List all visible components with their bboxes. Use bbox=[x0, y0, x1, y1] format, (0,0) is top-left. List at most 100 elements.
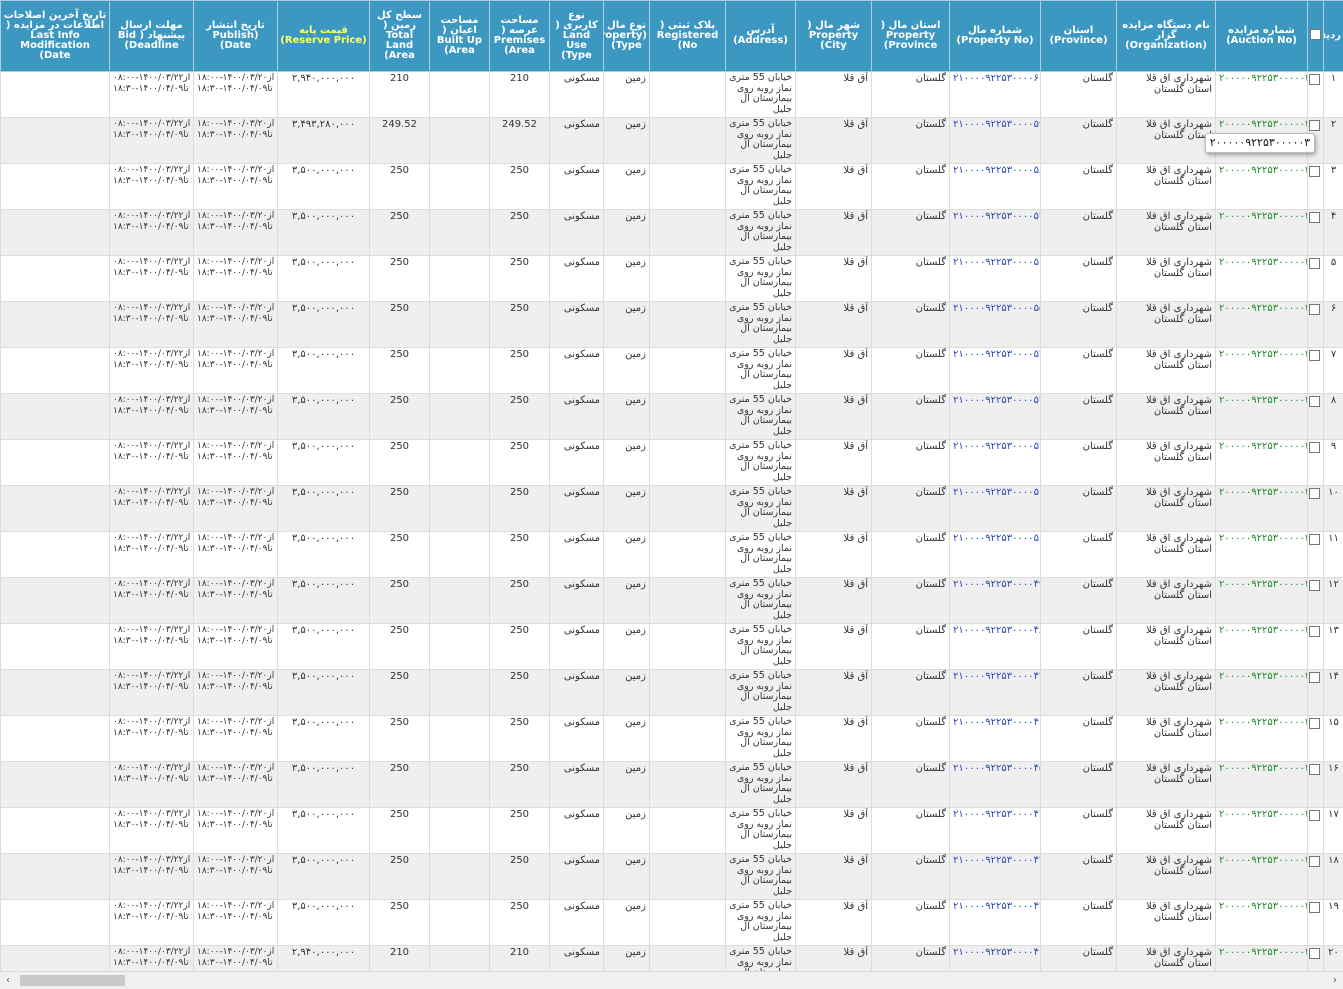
cell-auction-no[interactable]: ۲۰۰۰۰۰۹۲۲۵۳۰۰۰۰۰۳ bbox=[1216, 486, 1308, 532]
cell-property-no[interactable]: ۲۱۰۰۰۰۹۲۲۵۳۰۰۰۰۴۲ bbox=[950, 900, 1041, 946]
cell-property-no[interactable]: ۲۱۰۰۰۰۹۲۲۵۳۰۰۰۰۵۱ bbox=[950, 486, 1041, 532]
cell-auction-no[interactable]: ۲۰۰۰۰۰۹۲۲۵۳۰۰۰۰۰۳ bbox=[1216, 578, 1308, 624]
arrow-left-icon[interactable]: ‹ bbox=[0, 972, 16, 989]
cell-auction-no[interactable]: ۲۰۰۰۰۰۹۲۲۵۳۰۰۰۰۰۳ bbox=[1216, 716, 1308, 762]
row-checkbox[interactable] bbox=[1309, 764, 1320, 775]
table-row[interactable]: ۳۲۰۰۰۰۰۹۲۲۵۳۰۰۰۰۰۳شهرداری اق قلا استان گ… bbox=[1, 164, 1343, 210]
row-checkbox[interactable] bbox=[1309, 212, 1320, 223]
col-header-property-province[interactable]: استان مال ( Property Province) bbox=[872, 1, 950, 72]
row-checkbox[interactable] bbox=[1309, 718, 1320, 729]
cell-property-no[interactable]: ۲۱۰۰۰۰۹۲۲۵۳۰۰۰۰۵۶ bbox=[950, 256, 1041, 302]
table-row[interactable]: ۱۹۲۰۰۰۰۰۹۲۲۵۳۰۰۰۰۰۳شهرداری اق قلا استان … bbox=[1, 900, 1343, 946]
horizontal-scrollbar[interactable]: ‹ › bbox=[0, 971, 1343, 989]
row-checkbox[interactable] bbox=[1309, 626, 1320, 637]
cell-row-select[interactable] bbox=[1308, 486, 1324, 532]
table-row[interactable]: ۱۱۲۰۰۰۰۰۹۲۲۵۳۰۰۰۰۰۳شهرداری اق قلا استان … bbox=[1, 532, 1343, 578]
cell-auction-no[interactable]: ۲۰۰۰۰۰۹۲۲۵۳۰۰۰۰۰۳ bbox=[1216, 302, 1308, 348]
cell-property-no[interactable]: ۲۱۰۰۰۰۹۲۲۵۳۰۰۰۰۴۸ bbox=[950, 624, 1041, 670]
col-header-total-area[interactable]: سطح کل زمین ( Total Land Area) bbox=[370, 1, 430, 72]
cell-property-no[interactable]: ۲۱۰۰۰۰۹۲۲۵۳۰۰۰۰۴۵ bbox=[950, 762, 1041, 808]
cell-row-select[interactable] bbox=[1308, 164, 1324, 210]
cell-auction-no[interactable]: ۲۰۰۰۰۰۹۲۲۵۳۰۰۰۰۰۳ bbox=[1216, 532, 1308, 578]
cell-property-no[interactable]: ۲۱۰۰۰۰۹۲۲۵۳۰۰۰۰۴۶ bbox=[950, 716, 1041, 762]
cell-auction-no[interactable]: ۲۰۰۰۰۰۹۲۲۵۳۰۰۰۰۰۳ bbox=[1216, 624, 1308, 670]
cell-row-select[interactable] bbox=[1308, 762, 1324, 808]
cell-row-select[interactable] bbox=[1308, 946, 1324, 972]
col-header-last-modification[interactable]: تاریخ آخرین اصلاحات اطلاعات در مزایده ( … bbox=[1, 1, 110, 72]
row-checkbox[interactable] bbox=[1309, 396, 1320, 407]
row-checkbox[interactable] bbox=[1309, 810, 1320, 821]
table-row[interactable]: ۱۵۲۰۰۰۰۰۹۲۲۵۳۰۰۰۰۰۳شهرداری اق قلا استان … bbox=[1, 716, 1343, 762]
row-checkbox[interactable] bbox=[1309, 856, 1320, 867]
cell-row-select[interactable] bbox=[1308, 210, 1324, 256]
cell-row-select[interactable] bbox=[1308, 670, 1324, 716]
table-row[interactable]: ۱۲۰۰۰۰۰۹۲۲۵۳۰۰۰۰۰۳شهرداری اق قلا استان گ… bbox=[1, 72, 1343, 118]
cell-auction-no[interactable]: ۲۰۰۰۰۰۹۲۲۵۳۰۰۰۰۰۳ bbox=[1216, 946, 1308, 972]
row-checkbox[interactable] bbox=[1309, 672, 1320, 683]
row-checkbox[interactable] bbox=[1309, 350, 1320, 361]
cell-row-select[interactable] bbox=[1308, 302, 1324, 348]
col-header-property-city[interactable]: شهر مال ( Property City) bbox=[796, 1, 872, 72]
cell-row-select[interactable] bbox=[1308, 624, 1324, 670]
cell-auction-no[interactable]: ۲۰۰۰۰۰۹۲۲۵۳۰۰۰۰۰۳ bbox=[1216, 394, 1308, 440]
cell-auction-no[interactable]: ۲۰۰۰۰۰۹۲۲۵۳۰۰۰۰۰۳ bbox=[1216, 72, 1308, 118]
col-header-select[interactable] bbox=[1308, 1, 1324, 72]
col-header-registered-no[interactable]: پلاک ثبتی ( Registered No) bbox=[650, 1, 726, 72]
table-row[interactable]: ۲۰۲۰۰۰۰۰۹۲۲۵۳۰۰۰۰۰۳شهرداری اق قلا استان … bbox=[1, 946, 1343, 972]
table-row[interactable]: ۷۲۰۰۰۰۰۹۲۲۵۳۰۰۰۰۰۳شهرداری اق قلا استان گ… bbox=[1, 348, 1343, 394]
table-row[interactable]: ۱۷۲۰۰۰۰۰۹۲۲۵۳۰۰۰۰۰۳شهرداری اق قلا استان … bbox=[1, 808, 1343, 854]
col-header-property-type[interactable]: نوع مال (Property Type) bbox=[604, 1, 650, 72]
table-row[interactable]: ۲۲۰۰۰۰۰۹۲۲۵۳۰۰۰۰۰۳شهرداری اق قلا استان گ… bbox=[1, 118, 1343, 164]
col-header-auction-no[interactable]: شماره مزایده (Auction No) bbox=[1216, 1, 1308, 72]
cell-property-no[interactable]: ۲۱۰۰۰۰۹۲۲۵۳۰۰۰۰۵۴ bbox=[950, 348, 1041, 394]
cell-row-select[interactable] bbox=[1308, 532, 1324, 578]
cell-auction-no[interactable]: ۲۰۰۰۰۰۹۲۲۵۳۰۰۰۰۰۳ bbox=[1216, 256, 1308, 302]
cell-auction-no[interactable]: ۲۰۰۰۰۰۹۲۲۵۳۰۰۰۰۰۳ bbox=[1216, 440, 1308, 486]
cell-property-no[interactable]: ۲۱۰۰۰۰۹۲۲۵۳۰۰۰۰۵۹ bbox=[950, 118, 1041, 164]
cell-auction-no[interactable]: ۲۰۰۰۰۰۹۲۲۵۳۰۰۰۰۰۳ bbox=[1216, 164, 1308, 210]
cell-auction-no[interactable]: ۲۰۰۰۰۰۹۲۲۵۳۰۰۰۰۰۳ bbox=[1216, 670, 1308, 716]
table-row[interactable]: ۶۲۰۰۰۰۰۹۲۲۵۳۰۰۰۰۰۳شهرداری اق قلا استان گ… bbox=[1, 302, 1343, 348]
cell-auction-no[interactable]: ۲۰۰۰۰۰۹۲۲۵۳۰۰۰۰۰۳ bbox=[1216, 900, 1308, 946]
cell-property-no[interactable]: ۲۱۰۰۰۰۹۲۲۵۳۰۰۰۰۴۴ bbox=[950, 808, 1041, 854]
col-header-reserve-price[interactable]: قیمت پایه (Reserve Price) bbox=[278, 1, 370, 72]
cell-property-no[interactable]: ۲۱۰۰۰۰۹۲۲۵۳۰۰۰۰۵۸ bbox=[950, 164, 1041, 210]
cell-property-no[interactable]: ۲۱۰۰۰۰۹۲۲۵۳۰۰۰۰۵۷ bbox=[950, 210, 1041, 256]
select-all-checkbox[interactable] bbox=[1310, 29, 1321, 40]
cell-row-select[interactable] bbox=[1308, 348, 1324, 394]
table-row[interactable]: ۱۴۲۰۰۰۰۰۹۲۲۵۳۰۰۰۰۰۳شهرداری اق قلا استان … bbox=[1, 670, 1343, 716]
scrollbar-thumb[interactable] bbox=[20, 975, 125, 986]
row-checkbox[interactable] bbox=[1309, 74, 1320, 85]
cell-property-no[interactable]: ۲۱۰۰۰۰۹۲۲۵۳۰۰۰۰۴۳ bbox=[950, 854, 1041, 900]
cell-auction-no[interactable]: ۲۰۰۰۰۰۹۲۲۵۳۰۰۰۰۰۳ bbox=[1216, 854, 1308, 900]
cell-property-no[interactable]: ۲۱۰۰۰۰۹۲۲۵۳۰۰۰۰۵۵ bbox=[950, 302, 1041, 348]
row-checkbox[interactable] bbox=[1309, 166, 1320, 177]
cell-property-no[interactable]: ۲۱۰۰۰۰۹۲۲۵۳۰۰۰۰۴۷ bbox=[950, 670, 1041, 716]
cell-row-select[interactable] bbox=[1308, 716, 1324, 762]
cell-property-no[interactable]: ۲۱۰۰۰۰۹۲۲۵۳۰۰۰۰۴۱ bbox=[950, 946, 1041, 972]
col-header-bid-deadline[interactable]: مهلت ارسال پیشنهاد ( Bid Deadline) bbox=[110, 1, 194, 72]
col-header-organization[interactable]: نام دستگاه مزایده گزار (Organization) bbox=[1117, 1, 1216, 72]
row-checkbox[interactable] bbox=[1309, 442, 1320, 453]
row-checkbox[interactable] bbox=[1309, 580, 1320, 591]
cell-row-select[interactable] bbox=[1308, 578, 1324, 624]
table-row[interactable]: ۱۸۲۰۰۰۰۰۹۲۲۵۳۰۰۰۰۰۳شهرداری اق قلا استان … bbox=[1, 854, 1343, 900]
cell-property-no[interactable]: ۲۱۰۰۰۰۹۲۲۵۳۰۰۰۰۴۹ bbox=[950, 578, 1041, 624]
cell-row-select[interactable] bbox=[1308, 854, 1324, 900]
table-row[interactable]: ۱۰۲۰۰۰۰۰۹۲۲۵۳۰۰۰۰۰۳شهرداری اق قلا استان … bbox=[1, 486, 1343, 532]
col-header-land-use[interactable]: نوع کاربری ( Land Use Type) bbox=[550, 1, 604, 72]
col-header-built-area[interactable]: مساحت اعیان ( Built Up Area) bbox=[430, 1, 490, 72]
col-header-rownum[interactable]: ردیف bbox=[1324, 1, 1343, 72]
cell-auction-no[interactable]: ۲۰۰۰۰۰۹۲۲۵۳۰۰۰۰۰۳ bbox=[1216, 808, 1308, 854]
cell-property-no[interactable]: ۲۱۰۰۰۰۹۲۲۵۳۰۰۰۰۵۰ bbox=[950, 532, 1041, 578]
row-checkbox[interactable] bbox=[1309, 258, 1320, 269]
cell-auction-no[interactable]: ۲۰۰۰۰۰۹۲۲۵۳۰۰۰۰۰۳ bbox=[1216, 348, 1308, 394]
table-row[interactable]: ۱۶۲۰۰۰۰۰۹۲۲۵۳۰۰۰۰۰۳شهرداری اق قلا استان … bbox=[1, 762, 1343, 808]
table-row[interactable]: ۹۲۰۰۰۰۰۹۲۲۵۳۰۰۰۰۰۳شهرداری اق قلا استان گ… bbox=[1, 440, 1343, 486]
table-row[interactable]: ۱۲۲۰۰۰۰۰۹۲۲۵۳۰۰۰۰۰۳شهرداری اق قلا استان … bbox=[1, 578, 1343, 624]
row-checkbox[interactable] bbox=[1309, 488, 1320, 499]
table-row[interactable]: ۱۳۲۰۰۰۰۰۹۲۲۵۳۰۰۰۰۰۳شهرداری اق قلا استان … bbox=[1, 624, 1343, 670]
arrow-right-icon[interactable]: › bbox=[1327, 972, 1343, 989]
col-header-publish-date[interactable]: تاریخ انتشار (Publish Date) bbox=[194, 1, 278, 72]
cell-row-select[interactable] bbox=[1308, 394, 1324, 440]
